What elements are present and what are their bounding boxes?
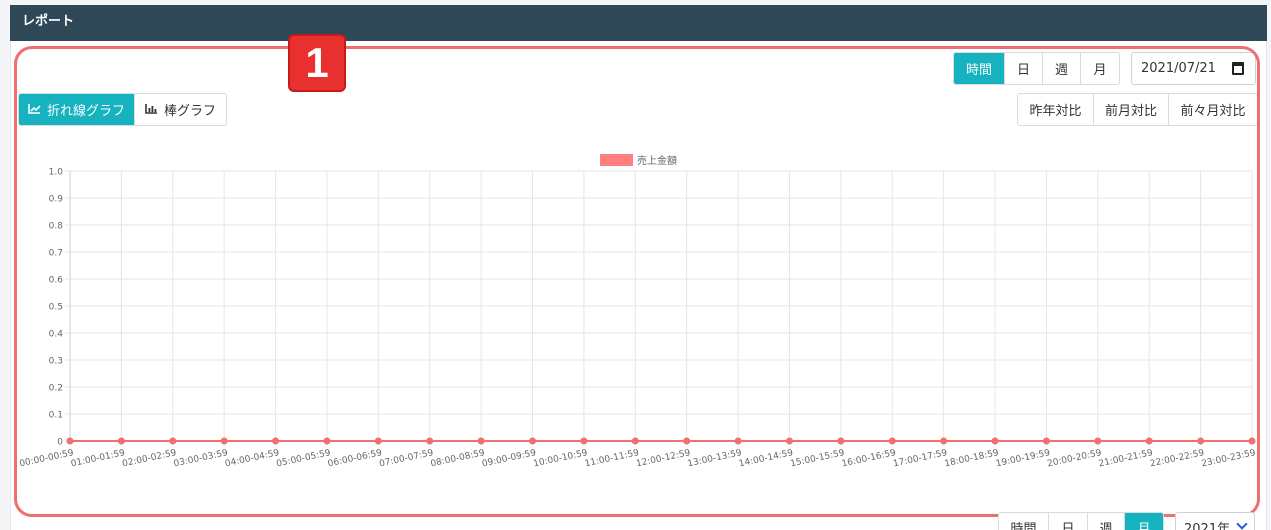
- bottom-tab-day[interactable]: 日: [1049, 513, 1088, 530]
- x-tick-label: 07:00-07:59: [378, 448, 434, 469]
- chevron-down-icon: [1236, 518, 1248, 530]
- y-tick-label: 1.0: [49, 168, 64, 178]
- x-tick-label: 08:00-08:59: [430, 448, 486, 469]
- data-point: [426, 437, 434, 445]
- data-point: [220, 437, 228, 445]
- data-point: [683, 437, 691, 445]
- data-point: [1042, 437, 1050, 445]
- data-point: [1094, 437, 1102, 445]
- x-tick-label: 14:00-14:59: [738, 448, 794, 469]
- data-point: [323, 437, 331, 445]
- data-point: [940, 437, 948, 445]
- x-tick-label: 02:00-02:59: [121, 448, 177, 469]
- x-tick-label: 01:00-01:59: [70, 448, 126, 469]
- x-tick-label: 16:00-16:59: [841, 448, 897, 469]
- data-point: [374, 437, 382, 445]
- data-point: [66, 437, 74, 445]
- y-tick-label: 0.4: [49, 330, 64, 340]
- x-tick-label: 03:00-03:59: [173, 448, 229, 469]
- data-point: [1197, 437, 1205, 445]
- x-tick-label: 15:00-15:59: [789, 448, 845, 469]
- data-point: [734, 437, 742, 445]
- y-tick-label: 0.9: [49, 195, 64, 205]
- data-point: [529, 437, 537, 445]
- y-tick-label: 0.2: [49, 384, 63, 394]
- annotation-badge: 1: [288, 34, 346, 92]
- data-point: [837, 437, 845, 445]
- y-tick-label: 0.6: [49, 276, 64, 286]
- data-point: [1145, 437, 1153, 445]
- x-tick-label: 22:00-22:59: [1149, 448, 1205, 469]
- year-select-value: 2021年: [1184, 522, 1231, 530]
- data-point: [631, 437, 639, 445]
- bottom-tab-hour[interactable]: 時間: [999, 513, 1049, 530]
- data-point: [991, 437, 999, 445]
- data-point: [477, 437, 485, 445]
- data-point: [272, 437, 280, 445]
- x-tick-label: 06:00-06:59: [327, 448, 383, 469]
- bottom-tab-month[interactable]: 月: [1125, 513, 1163, 530]
- data-point: [785, 437, 793, 445]
- x-tick-label: 05:00-05:59: [276, 448, 332, 469]
- data-point: [169, 437, 177, 445]
- data-point: [117, 437, 125, 445]
- x-tick-label: 18:00-18:59: [944, 448, 1000, 469]
- x-tick-label: 11:00-11:59: [584, 448, 640, 469]
- data-point: [888, 437, 896, 445]
- x-tick-label: 13:00-13:59: [687, 448, 743, 469]
- x-tick-label: 12:00-12:59: [635, 448, 691, 469]
- data-point: [1248, 437, 1256, 445]
- bottom-period-tabs: 時間 日 週 月: [998, 512, 1164, 530]
- x-tick-label: 21:00-21:59: [1098, 448, 1154, 469]
- data-point: [580, 437, 588, 445]
- y-tick-label: 0.3: [49, 357, 63, 367]
- x-tick-label: 00:00-00:59: [19, 448, 75, 469]
- x-tick-label: 09:00-09:59: [481, 448, 537, 469]
- y-tick-label: 0: [57, 438, 63, 448]
- y-tick-label: 0.1: [49, 411, 63, 421]
- x-tick-label: 20:00-20:59: [1046, 448, 1102, 469]
- bottom-tab-week[interactable]: 週: [1088, 513, 1125, 530]
- x-tick-label: 10:00-10:59: [533, 448, 589, 469]
- report-page: レポート 時間 日 週 月 2021/07/21 折れ線グラフ 棒グラフ 昨年対…: [0, 0, 1271, 530]
- x-tick-label: 23:00-23:59: [1201, 448, 1257, 469]
- y-tick-label: 0.5: [49, 303, 63, 313]
- x-tick-label: 17:00-17:59: [892, 448, 948, 469]
- line-chart: 0 0.1 0.2 0.3 0.4 0.5 0.6 0.7 0.8 0.9 1.0 00:00-00:…: [19, 168, 1257, 470]
- year-select[interactable]: 2021年: [1175, 512, 1255, 530]
- y-tick-label: 0.7: [49, 249, 63, 259]
- x-tick-label: 19:00-19:59: [995, 448, 1051, 469]
- x-tick-label: 04:00-04:59: [224, 448, 280, 469]
- y-tick-label: 0.8: [49, 222, 64, 232]
